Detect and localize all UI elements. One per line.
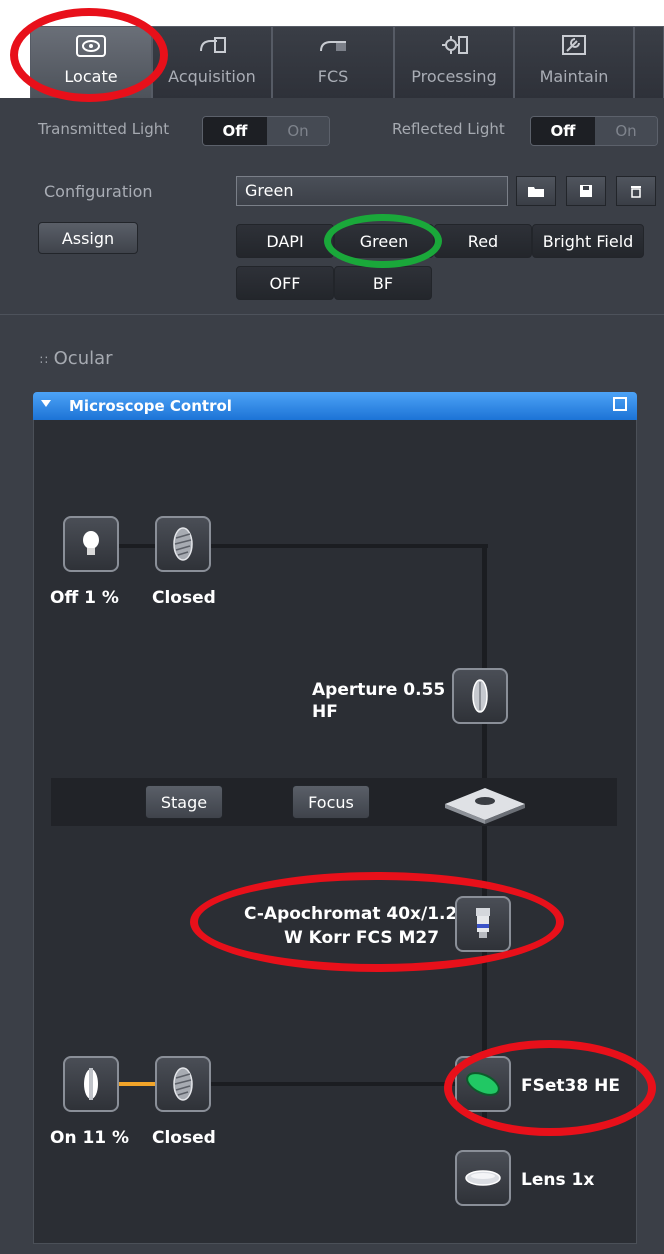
bottom-shutter-status: Closed [152,1128,216,1148]
folder-icon [528,187,544,197]
light-path-vertical [482,544,487,1124]
delete-config-button[interactable] [616,176,656,206]
transmitted-off-option[interactable]: Off [203,117,267,145]
reflected-shutter-button[interactable] [155,1056,211,1112]
aperture-mode: HF [312,702,338,722]
tab-label: Acquisition [168,67,256,86]
shutter-icon [173,527,193,561]
transmitted-light-toggle[interactable]: Off On [202,116,330,146]
shutter-icon [173,1067,193,1101]
microscope-control-header[interactable]: Microscope Control [33,392,637,420]
red-annotation-locate [10,8,168,102]
green-annotation-preset [324,214,442,268]
panel-title: Microscope Control [69,397,232,415]
reflected-off-option[interactable]: Off [531,117,595,145]
light-path-bottom-horizontal [210,1082,458,1086]
transmitted-shutter-button[interactable] [155,516,211,572]
light-toggle-row: Transmitted Light Off On Reflected Light… [0,98,664,164]
red-annotation-filter [444,1040,656,1136]
reflected-light-toggle[interactable]: Off On [530,116,658,146]
fcs-icon [320,41,346,52]
ocular-label: Ocular [53,348,113,369]
bottom-lamp-status: On 11 % [50,1128,130,1148]
preset-dapi-button[interactable]: DAPI [236,224,334,258]
trash-icon [631,186,641,198]
tube-lens-button[interactable] [455,1150,511,1206]
led-lamp-button[interactable] [63,1056,119,1112]
top-shutter-status: Closed [152,588,216,608]
grip-icon: ∷ [40,353,48,367]
save-config-button[interactable] [566,176,606,206]
stage-icon[interactable] [443,784,527,824]
bright-field-connector [118,1082,158,1086]
tab-processing[interactable]: Processing [394,26,514,98]
tab-acquisition[interactable]: Acquisition [152,26,272,98]
save-icon [580,185,592,197]
open-config-button[interactable] [516,176,556,206]
lens-icon [465,1170,501,1186]
collapse-triangle-icon [41,400,51,407]
condenser-aperture-button[interactable] [452,668,508,724]
preset-bright-field-button[interactable]: Bright Field [532,224,644,258]
ocular-section-header[interactable]: ∷ Ocular [40,348,113,369]
focus-button[interactable]: Focus [292,785,370,819]
section-divider [0,314,664,315]
maintain-icon [562,35,586,55]
aperture-lens-icon [472,679,488,713]
assign-button[interactable]: Assign [38,222,138,254]
stage-button[interactable]: Stage [145,785,223,819]
tab-label: FCS [317,67,349,86]
camera-icon [200,37,226,53]
reflected-on-option[interactable]: On [595,117,657,145]
tab-maintain[interactable]: Maintain [514,26,634,98]
reflected-light-label: Reflected Light [392,120,505,138]
transmitted-on-option[interactable]: On [267,117,329,145]
halogen-lamp-button[interactable] [63,516,119,572]
zen-left-panel: Locate Acquisition FCS Processing Mainta… [0,0,664,1254]
top-lamp-status: Off 1 % [50,588,119,608]
lightbulb-icon [83,531,99,555]
configuration-label: Configuration [44,182,153,201]
tab-label: Processing [411,67,497,86]
preset-red-button[interactable]: Red [434,224,532,258]
preset-off-button[interactable]: OFF [236,266,334,300]
configuration-field[interactable]: Green [236,176,508,206]
tab-fcs[interactable]: FCS [272,26,394,98]
tube-lens-name: Lens 1x [521,1170,595,1190]
preset-bf-button[interactable]: BF [334,266,432,300]
aperture-value: Aperture 0.55 [312,680,446,700]
red-annotation-objective [190,872,564,972]
undock-icon[interactable] [613,397,627,411]
lamp-beam-icon [84,1068,98,1100]
transmitted-light-label: Transmitted Light [38,120,170,138]
processing-icon [442,36,468,54]
tab-label: Maintain [539,67,609,86]
tab-overflow[interactable] [634,26,664,98]
